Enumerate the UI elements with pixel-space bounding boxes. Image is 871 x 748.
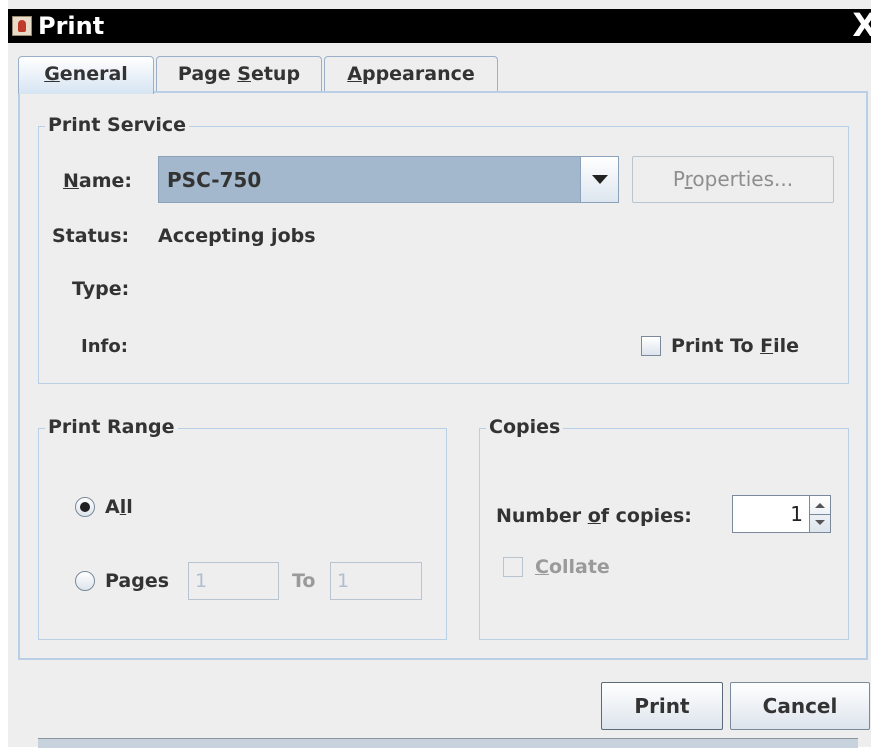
- properties-label-pre: P: [672, 167, 685, 191]
- close-icon[interactable]: X: [852, 7, 871, 43]
- name-label-mnemonic: N: [63, 170, 79, 192]
- tab-page-setup-mnemonic: S: [237, 63, 251, 85]
- window-title: Print: [38, 12, 105, 40]
- print-to-file-checkbox[interactable]: [641, 336, 661, 356]
- number-of-copies-label: Number of copies:: [496, 504, 692, 528]
- chevron-down-icon[interactable]: [580, 157, 618, 202]
- type-label: Type:: [72, 278, 130, 300]
- status-value: Accepting jobs: [158, 225, 316, 247]
- tab-general[interactable]: General: [18, 56, 154, 94]
- pages-label-pre: Pa: [105, 570, 132, 592]
- collate-checkbox[interactable]: [503, 557, 523, 577]
- copies-legend: Copies: [486, 415, 564, 439]
- name-label: Name:: [63, 169, 132, 193]
- java-app-icon: [12, 16, 32, 36]
- print-range-legend: Print Range: [45, 415, 178, 439]
- tab-appearance-label: ppearance: [361, 63, 475, 85]
- stepper-divider: [810, 514, 830, 515]
- pages-mnemonic: g: [131, 570, 145, 592]
- print-button[interactable]: Print: [601, 682, 723, 730]
- print-to-file-label-pre: Print To: [671, 335, 761, 357]
- status-label: Status:: [52, 225, 130, 247]
- copies-input[interactable]: 1: [732, 495, 810, 533]
- tab-page-setup[interactable]: Page Setup: [156, 56, 322, 92]
- properties-label-post: operties...: [692, 167, 794, 191]
- increment-arrow-icon[interactable]: [815, 503, 825, 508]
- collate-label-post: ollate: [548, 556, 610, 578]
- print-service-legend: Print Service: [45, 113, 190, 137]
- tab-general-mnemonic: G: [44, 63, 60, 85]
- name-label-text: ame:: [78, 170, 133, 192]
- info-label: Info:: [81, 336, 128, 357]
- printer-name-select[interactable]: PSC-750: [158, 156, 619, 203]
- number-of-copies-label-post: f copies:: [600, 505, 692, 527]
- print-dialog: Print X General Page Setup Appearance Pr…: [8, 0, 871, 748]
- print-range-group: Print Range: [38, 415, 447, 640]
- pages-label[interactable]: Pages: [105, 569, 169, 593]
- print-to-file-mnemonic: F: [760, 335, 774, 357]
- number-of-copies-label-pre: Number: [496, 505, 588, 527]
- page-range-radio[interactable]: [75, 571, 95, 591]
- tab-general-label: eneral: [59, 63, 128, 85]
- decrement-arrow-icon[interactable]: [815, 520, 825, 525]
- copies-stepper[interactable]: [809, 495, 831, 533]
- tab-appearance[interactable]: Appearance: [324, 56, 498, 92]
- printer-name-value: PSC-750: [167, 168, 262, 192]
- tab-page-setup-label: etup: [250, 63, 301, 85]
- collate-label[interactable]: Collate: [535, 555, 610, 579]
- tab-appearance-mnemonic: A: [347, 63, 362, 85]
- number-of-copies-mnemonic: o: [587, 505, 601, 527]
- tab-page-setup-label-pre: Page: [177, 63, 238, 85]
- page-from-field[interactable]: 1: [188, 562, 279, 600]
- collate-mnemonic: C: [535, 556, 549, 578]
- all-pages-label[interactable]: All: [105, 495, 133, 519]
- print-to-file-label-post: ile: [773, 335, 800, 357]
- properties-button[interactable]: Properties...: [632, 156, 834, 203]
- all-pages-radio[interactable]: [75, 497, 95, 517]
- all-pages-label-pre: A: [105, 496, 120, 518]
- page-to-field[interactable]: 1: [330, 562, 422, 600]
- to-label: To: [292, 570, 316, 592]
- all-pages-label-post: l: [126, 496, 133, 518]
- print-to-file-label[interactable]: Print To File: [671, 334, 799, 358]
- pages-label-post: es: [144, 570, 170, 592]
- copies-group: Copies: [479, 415, 849, 640]
- title-bar[interactable]: Print X: [8, 7, 871, 43]
- cancel-button[interactable]: Cancel: [730, 682, 870, 730]
